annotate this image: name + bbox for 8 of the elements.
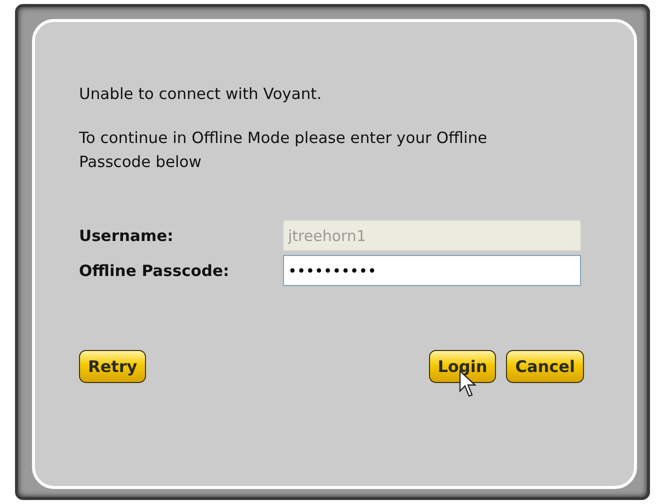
action-button[interactable]: Cancel bbox=[506, 350, 584, 383]
field-label: Username: bbox=[79, 226, 174, 244]
input-field[interactable]: •••••••••• bbox=[283, 255, 581, 286]
action-button[interactable]: Retry bbox=[79, 350, 146, 383]
message-text: Unable to connect with Voyant. bbox=[79, 84, 323, 105]
action-button[interactable]: Login bbox=[428, 350, 496, 383]
message-text: To continue in Offline Mode please enter your Offline Passcode below bbox=[79, 128, 488, 173]
field-label: Offline Passcode: bbox=[79, 262, 230, 280]
